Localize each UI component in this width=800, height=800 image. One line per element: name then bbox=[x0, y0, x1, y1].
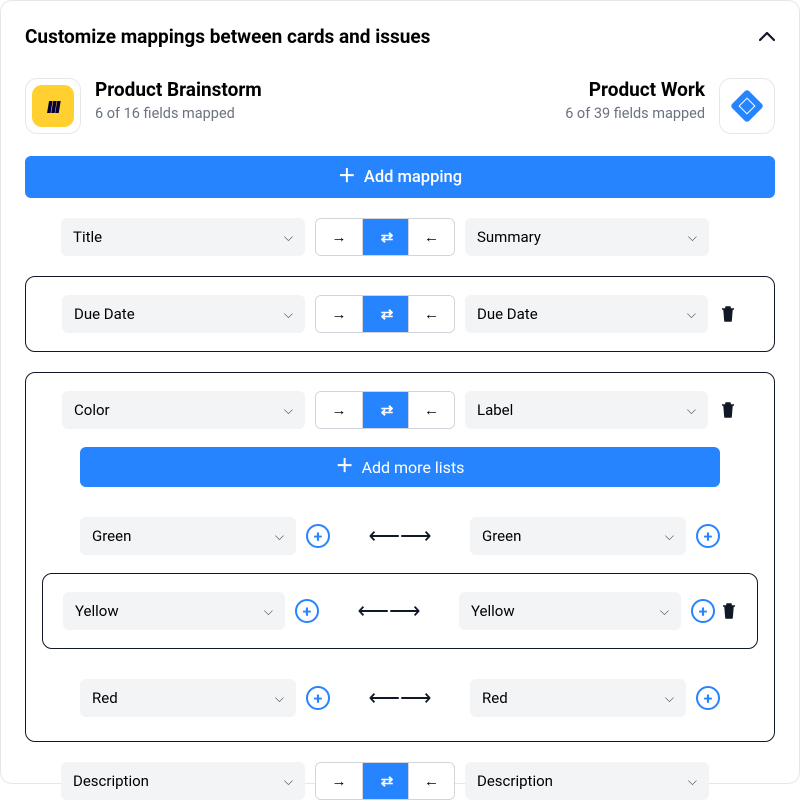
mapping-row-color-frame: Color⌵ → ⇄ ← Label⌵ ＋ Add more lists G bbox=[25, 372, 775, 742]
direction-right-to-left[interactable]: ← bbox=[408, 296, 454, 332]
jira-icon bbox=[719, 78, 775, 134]
target-app-sub: 6 of 39 fields mapped bbox=[565, 105, 705, 122]
direction-both[interactable]: ⇄ bbox=[362, 219, 408, 255]
miro-icon: ııı bbox=[25, 78, 81, 134]
direction-both[interactable]: ⇄ bbox=[362, 296, 408, 332]
chevron-down-icon: ⌵ bbox=[284, 774, 293, 789]
chevron-down-icon: ⌵ bbox=[687, 403, 696, 418]
field-select-right[interactable]: Due Date⌵ bbox=[465, 295, 708, 333]
chevron-down-icon: ⌵ bbox=[284, 230, 293, 245]
field-select-left[interactable]: Color⌵ bbox=[62, 391, 305, 429]
delete-icon[interactable] bbox=[721, 602, 737, 620]
chevron-down-icon: ⌵ bbox=[284, 307, 293, 322]
direction-toggle[interactable]: → ⇄ ← bbox=[315, 218, 455, 256]
mapping-row-color: Color⌵ → ⇄ ← Label⌵ bbox=[26, 391, 774, 429]
add-value-right-icon[interactable]: + bbox=[696, 686, 720, 710]
direction-left-to-right[interactable]: → bbox=[316, 296, 362, 332]
field-select-left[interactable]: Title⌵ bbox=[61, 218, 305, 256]
bidirectional-arrow-icon: ⟵⟶ bbox=[340, 686, 460, 711]
list-select-right[interactable]: Yellow⌵ bbox=[459, 592, 681, 630]
chevron-down-icon: ⌵ bbox=[275, 691, 284, 706]
direction-right-to-left[interactable]: ← bbox=[408, 763, 454, 799]
chevron-down-icon: ⌵ bbox=[264, 604, 273, 619]
direction-left-to-right[interactable]: → bbox=[316, 763, 362, 799]
chevron-down-icon: ⌵ bbox=[665, 529, 674, 544]
mapping-row-due-date-frame: Due Date⌵ → ⇄ ← Due Date⌵ bbox=[25, 276, 775, 352]
mapping-row-due-date: Due Date⌵ → ⇄ ← Due Date⌵ bbox=[26, 295, 774, 333]
list-select-left[interactable]: Green⌵ bbox=[80, 517, 296, 555]
field-select-right[interactable]: Summary⌵ bbox=[465, 218, 709, 256]
chevron-down-icon: ⌵ bbox=[275, 529, 284, 544]
list-mapping-green: Green⌵ + ⟵⟶ Green⌵ + bbox=[26, 517, 774, 555]
bidirectional-arrow-icon: ⟵⟶ bbox=[329, 599, 449, 624]
list-select-right[interactable]: Green⌵ bbox=[470, 517, 686, 555]
delete-icon[interactable] bbox=[720, 401, 736, 419]
collapse-icon[interactable] bbox=[759, 32, 775, 42]
chevron-down-icon: ⌵ bbox=[688, 774, 697, 789]
plus-icon: ＋ bbox=[336, 458, 354, 476]
mapping-row-title: Title⌵ → ⇄ ← Summary⌵ 🗑 bbox=[25, 218, 775, 256]
delete-icon[interactable] bbox=[720, 305, 736, 323]
list-select-right[interactable]: Red⌵ bbox=[470, 679, 686, 717]
add-value-right-icon[interactable]: + bbox=[696, 524, 720, 548]
add-more-lists-button[interactable]: ＋ Add more lists bbox=[80, 447, 720, 487]
chevron-down-icon: ⌵ bbox=[688, 230, 697, 245]
field-select-left[interactable]: Description⌵ bbox=[61, 762, 305, 800]
chevron-down-icon: ⌵ bbox=[660, 604, 669, 619]
add-value-left-icon[interactable]: + bbox=[306, 524, 330, 548]
mapping-row-description: Description⌵ → ⇄ ← Description⌵ 🗑 bbox=[25, 762, 775, 800]
source-app: ııı Product Brainstorm 6 of 16 fields ma… bbox=[25, 78, 262, 134]
list-mapping-yellow: Yellow⌵ + ⟵⟶ Yellow⌵ + bbox=[43, 592, 757, 630]
field-select-left[interactable]: Due Date⌵ bbox=[62, 295, 305, 333]
section-title: Customize mappings between cards and iss… bbox=[25, 25, 430, 48]
add-value-left-icon[interactable]: + bbox=[295, 599, 319, 623]
add-value-left-icon[interactable]: + bbox=[306, 686, 330, 710]
field-select-right[interactable]: Description⌵ bbox=[465, 762, 709, 800]
direction-right-to-left[interactable]: ← bbox=[408, 219, 454, 255]
direction-toggle[interactable]: → ⇄ ← bbox=[315, 762, 455, 800]
source-app-sub: 6 of 16 fields mapped bbox=[95, 105, 262, 122]
chevron-down-icon: ⌵ bbox=[687, 307, 696, 322]
direction-right-to-left[interactable]: ← bbox=[408, 392, 454, 428]
add-value-right-icon[interactable]: + bbox=[691, 599, 715, 623]
direction-left-to-right[interactable]: → bbox=[316, 392, 362, 428]
direction-toggle[interactable]: → ⇄ ← bbox=[315, 295, 455, 333]
chevron-down-icon: ⌵ bbox=[665, 691, 674, 706]
list-select-left[interactable]: Red⌵ bbox=[80, 679, 296, 717]
section-header: Customize mappings between cards and iss… bbox=[25, 25, 775, 48]
target-app: Product Work 6 of 39 fields mapped bbox=[565, 78, 775, 134]
direction-toggle[interactable]: → ⇄ ← bbox=[315, 391, 455, 429]
bidirectional-arrow-icon: ⟵⟶ bbox=[340, 524, 460, 549]
source-app-name: Product Brainstorm bbox=[95, 78, 262, 101]
list-mapping-yellow-frame: Yellow⌵ + ⟵⟶ Yellow⌵ + bbox=[42, 573, 758, 649]
plus-icon: ＋ bbox=[338, 168, 356, 186]
field-select-right[interactable]: Label⌵ bbox=[465, 391, 708, 429]
add-mapping-button[interactable]: ＋ Add mapping bbox=[25, 156, 775, 198]
list-select-left[interactable]: Yellow⌵ bbox=[63, 592, 285, 630]
direction-both[interactable]: ⇄ bbox=[362, 763, 408, 799]
direction-left-to-right[interactable]: → bbox=[316, 219, 362, 255]
direction-both[interactable]: ⇄ bbox=[362, 392, 408, 428]
chevron-down-icon: ⌵ bbox=[284, 403, 293, 418]
target-app-name: Product Work bbox=[565, 78, 705, 101]
list-mapping-red: Red⌵ + ⟵⟶ Red⌵ + bbox=[26, 679, 774, 717]
